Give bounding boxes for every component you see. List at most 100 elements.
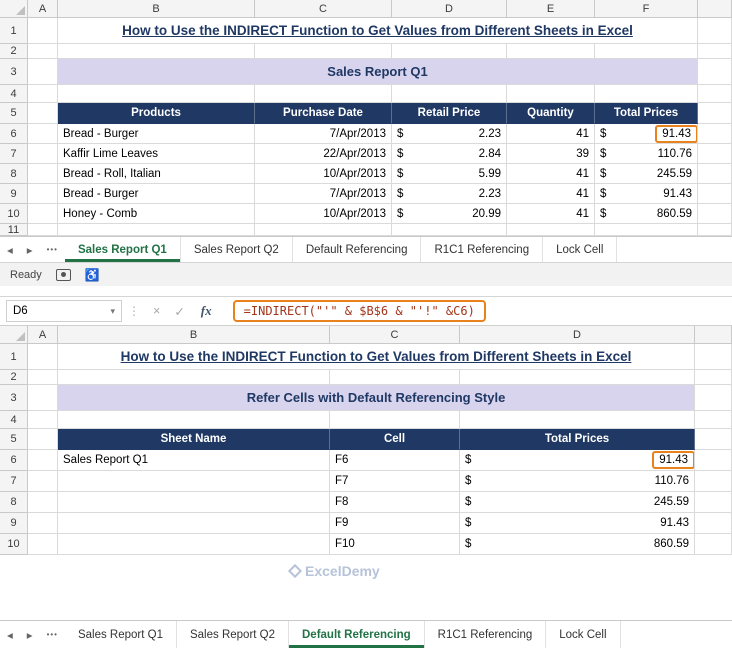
select-all-corner[interactable]: [0, 0, 28, 18]
cell-total-price[interactable]: $110.76: [595, 144, 698, 164]
row-header[interactable]: 7: [0, 144, 28, 164]
cell-product[interactable]: Kaffir Lime Leaves: [58, 144, 255, 164]
cell-empty[interactable]: [695, 370, 732, 385]
cell-empty[interactable]: [698, 224, 732, 236]
cell-empty[interactable]: [695, 492, 732, 513]
cell-product[interactable]: Bread - Burger: [58, 184, 255, 204]
cell-empty[interactable]: [460, 411, 695, 429]
cell-product[interactable]: Bread - Burger: [58, 124, 255, 144]
table-header-purchase-date[interactable]: Purchase Date: [255, 103, 392, 124]
col-header-e[interactable]: E: [507, 0, 595, 18]
row-header[interactable]: 5: [0, 429, 28, 450]
row-header[interactable]: 9: [0, 184, 28, 204]
cell-empty[interactable]: [698, 18, 732, 44]
cell-quantity[interactable]: 41: [507, 204, 595, 224]
row-header[interactable]: 4: [0, 85, 28, 103]
cell-empty[interactable]: [28, 513, 58, 534]
cell-empty[interactable]: [28, 534, 58, 555]
col-header-d[interactable]: D: [392, 0, 507, 18]
row-header[interactable]: 6: [0, 124, 28, 144]
cell-empty[interactable]: [28, 370, 58, 385]
row-header[interactable]: 3: [0, 59, 28, 85]
cell-empty[interactable]: [28, 18, 58, 44]
tab-sales-report-q1[interactable]: Sales Report Q1: [65, 621, 177, 648]
row-header[interactable]: 9: [0, 513, 28, 534]
cell-empty[interactable]: [695, 513, 732, 534]
cell-empty[interactable]: [28, 224, 58, 236]
insert-function-icon[interactable]: fx: [192, 303, 221, 319]
cell-empty[interactable]: [28, 59, 58, 85]
col-header-f[interactable]: F: [595, 0, 698, 18]
col-header-c[interactable]: C: [255, 0, 392, 18]
cell-sheet-name[interactable]: [58, 513, 330, 534]
section-banner[interactable]: Sales Report Q1: [58, 59, 698, 85]
cell-product[interactable]: Honey - Comb: [58, 204, 255, 224]
table-header-retail-price[interactable]: Retail Price: [392, 103, 507, 124]
cell-empty[interactable]: [58, 44, 255, 59]
row-header[interactable]: 10: [0, 204, 28, 224]
cell-empty[interactable]: [28, 124, 58, 144]
cell-retail-price[interactable]: $2.23: [392, 184, 507, 204]
cell-empty[interactable]: [595, 224, 698, 236]
cell-empty[interactable]: [28, 44, 58, 59]
cell-empty[interactable]: [58, 85, 255, 103]
cell-empty[interactable]: [28, 204, 58, 224]
cell-empty[interactable]: [255, 85, 392, 103]
cell-quantity[interactable]: 41: [507, 184, 595, 204]
cell-empty[interactable]: [392, 44, 507, 59]
cell-empty[interactable]: [28, 144, 58, 164]
table-header-total-prices[interactable]: Total Prices: [460, 429, 695, 450]
cell-empty[interactable]: [58, 411, 330, 429]
tab-lock-cell[interactable]: Lock Cell: [543, 237, 618, 262]
cell-empty[interactable]: [698, 144, 732, 164]
cell-empty[interactable]: [58, 224, 255, 236]
cell-reference[interactable]: F9: [330, 513, 460, 534]
cell-empty[interactable]: [507, 224, 595, 236]
table-header-total-prices[interactable]: Total Prices: [595, 103, 698, 124]
table-header-cell[interactable]: Cell: [330, 429, 460, 450]
cell-total-price[interactable]: $91.43: [595, 124, 698, 144]
cell-retail-price[interactable]: $2.23: [392, 124, 507, 144]
cell-empty[interactable]: [507, 85, 595, 103]
row-header[interactable]: 11: [0, 224, 28, 236]
tab-r1c1-referencing[interactable]: R1C1 Referencing: [425, 621, 547, 648]
col-header-b[interactable]: B: [58, 0, 255, 18]
cell-total-price[interactable]: $860.59: [595, 204, 698, 224]
cell-empty[interactable]: [698, 44, 732, 59]
chevron-down-icon[interactable]: ▾: [110, 306, 115, 317]
cell-empty[interactable]: [255, 44, 392, 59]
cell-sheet-name[interactable]: [58, 471, 330, 492]
cell-purchase-date[interactable]: 7/Apr/2013: [255, 184, 392, 204]
cell-retail-price[interactable]: $5.99: [392, 164, 507, 184]
cell-purchase-date[interactable]: 7/Apr/2013: [255, 124, 392, 144]
col-header-a[interactable]: A: [28, 0, 58, 18]
main-title[interactable]: How to Use the INDIRECT Function to Get …: [58, 18, 698, 44]
row-header[interactable]: 6: [0, 450, 28, 471]
cell-empty[interactable]: [507, 44, 595, 59]
cell-retail-price[interactable]: $2.84: [392, 144, 507, 164]
table-header-sheet-name[interactable]: Sheet Name: [58, 429, 330, 450]
cell-empty[interactable]: [255, 224, 392, 236]
cell-sheet-name[interactable]: [58, 492, 330, 513]
cell-quantity[interactable]: 41: [507, 124, 595, 144]
cell-sheet-name[interactable]: Sales Report Q1: [58, 450, 330, 471]
cell-total-price[interactable]: $91.43: [595, 184, 698, 204]
row-header[interactable]: 2: [0, 44, 28, 59]
col-header-a[interactable]: A: [28, 326, 58, 344]
cell-empty[interactable]: [392, 85, 507, 103]
cell-total-price[interactable]: $245.59: [460, 492, 695, 513]
tab-sales-report-q2[interactable]: Sales Report Q2: [177, 621, 289, 648]
cell-empty[interactable]: [460, 370, 695, 385]
tab-default-referencing[interactable]: Default Referencing: [293, 237, 422, 262]
cell-total-price[interactable]: $91.43: [460, 450, 695, 471]
tab-nav-right-icon[interactable]: ▸: [20, 621, 40, 648]
cell-empty[interactable]: [392, 224, 507, 236]
name-box[interactable]: D6 ▾: [6, 300, 122, 322]
tab-overflow-icon[interactable]: •••: [40, 237, 65, 262]
table-header-products[interactable]: Products: [58, 103, 255, 124]
cell-empty[interactable]: [28, 411, 58, 429]
cell-empty[interactable]: [698, 204, 732, 224]
cell-empty[interactable]: [28, 492, 58, 513]
enter-icon[interactable]: ✓: [167, 304, 191, 319]
cell-purchase-date[interactable]: 10/Apr/2013: [255, 164, 392, 184]
